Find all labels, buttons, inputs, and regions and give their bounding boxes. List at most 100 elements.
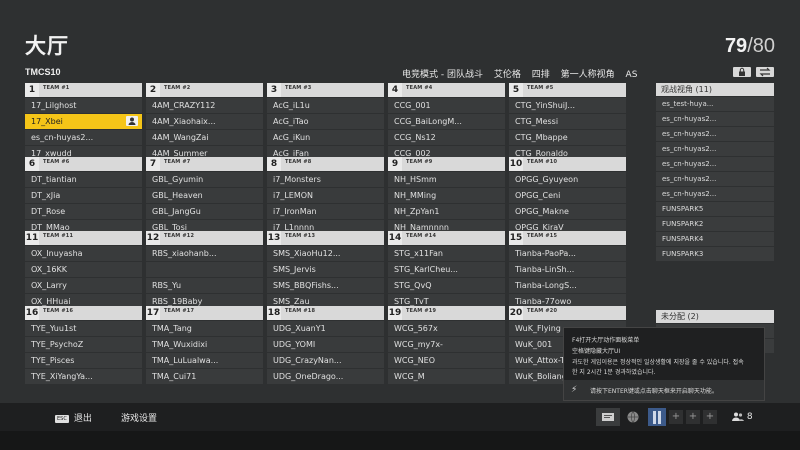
player-slot[interactable]: GBL_JangGu bbox=[146, 204, 263, 219]
player-slot[interactable]: DT_xJia bbox=[25, 188, 142, 203]
player-slot[interactable]: STG_KarlCheu... bbox=[388, 262, 505, 277]
team-header[interactable]: 20 TEAM #20 bbox=[509, 306, 626, 320]
lock-button[interactable] bbox=[733, 67, 751, 77]
player-slot[interactable]: Tianba-LongS... bbox=[509, 278, 626, 293]
player-slot[interactable]: TMA_Wuxidixi bbox=[146, 337, 263, 352]
player-slot[interactable]: RBS_xiaohanb... bbox=[146, 246, 263, 261]
player-slot[interactable]: OX_16KK bbox=[25, 262, 142, 277]
player-slot[interactable]: RBS_Yu bbox=[146, 278, 263, 293]
player-slot[interactable]: i7_IronMan bbox=[267, 204, 384, 219]
player-slot[interactable]: 4AM_CRAZY112 bbox=[146, 98, 263, 113]
player-slot[interactable]: WCG_NEO bbox=[388, 353, 505, 368]
player-slot[interactable]: AcG_iTao bbox=[267, 114, 384, 129]
add-party-slot-1[interactable]: + bbox=[669, 410, 683, 424]
player-slot[interactable]: CTG_YinShuiJ... bbox=[509, 98, 626, 113]
player-slot[interactable]: STG_x11Fan bbox=[388, 246, 505, 261]
player-slot[interactable]: Tianba-LinSh... bbox=[509, 262, 626, 277]
player-slot[interactable]: NH_ZpYan1 bbox=[388, 204, 505, 219]
team-header[interactable]: 5 TEAM #5 bbox=[509, 83, 626, 97]
player-avatar[interactable] bbox=[648, 408, 666, 426]
player-slot[interactable]: TMA_Tang bbox=[146, 321, 263, 336]
player-slot[interactable]: es_cn-huyas2... bbox=[25, 130, 142, 145]
team-header[interactable]: 1 TEAM #1 bbox=[25, 83, 142, 97]
spectator-item[interactable]: es_cn-huyas2... bbox=[656, 127, 774, 141]
player-slot[interactable]: GBL_Heaven bbox=[146, 188, 263, 203]
team-header[interactable]: 8 TEAM #8 bbox=[267, 157, 384, 171]
player-slot[interactable]: WCG_M bbox=[388, 369, 505, 384]
spectator-item[interactable]: es_cn-huyas2... bbox=[656, 112, 774, 126]
chat-hint-bar[interactable]: ⚡ 请按下ENTER键或点击聊天框来开启聊天功能。 bbox=[564, 380, 764, 400]
player-slot[interactable]: CCG_001 bbox=[388, 98, 505, 113]
team-header[interactable]: 12 TEAM #12 bbox=[146, 231, 263, 245]
team-header[interactable]: 9 TEAM #9 bbox=[388, 157, 505, 171]
player-slot[interactable]: CTG_Mbappe bbox=[509, 130, 626, 145]
spectator-item[interactable]: es_cn-huyas2... bbox=[656, 157, 774, 171]
player-slot[interactable]: SMS_XiaoHu12... bbox=[267, 246, 384, 261]
player-slot[interactable]: CCG_BaiLongM... bbox=[388, 114, 505, 129]
team-header[interactable]: 18 TEAM #18 bbox=[267, 306, 384, 320]
player-slot[interactable]: CCG_Ns12 bbox=[388, 130, 505, 145]
team-header[interactable]: 13 TEAM #13 bbox=[267, 231, 384, 245]
team-header[interactable]: 4 TEAM #4 bbox=[388, 83, 505, 97]
player-slot[interactable]: UDG_CrazyNan... bbox=[267, 353, 384, 368]
player-slot[interactable]: UDG_OneDrago... bbox=[267, 369, 384, 384]
add-party-slot-2[interactable]: + bbox=[686, 410, 700, 424]
player-slot[interactable]: SMS_Jervis bbox=[267, 262, 384, 277]
player-slot[interactable]: UDG_YOMI bbox=[267, 337, 384, 352]
friends-button[interactable]: 8 bbox=[732, 412, 753, 422]
player-slot[interactable]: 4AM_Xiaohaix... bbox=[146, 114, 263, 129]
swap-button[interactable] bbox=[756, 67, 774, 77]
team-header[interactable]: 17 TEAM #17 bbox=[146, 306, 263, 320]
chat-toggle-button[interactable] bbox=[596, 408, 620, 426]
player-slot[interactable]: i7_LEMON bbox=[267, 188, 384, 203]
player-slot[interactable] bbox=[146, 262, 263, 277]
player-slot[interactable]: WCG_567x bbox=[388, 321, 505, 336]
team-header[interactable]: 7 TEAM #7 bbox=[146, 157, 263, 171]
team-header[interactable]: 19 TEAM #19 bbox=[388, 306, 505, 320]
team-header[interactable]: 3 TEAM #3 bbox=[267, 83, 384, 97]
player-slot[interactable]: CTG_Messi bbox=[509, 114, 626, 129]
player-slot[interactable]: OX_Inuyasha bbox=[25, 246, 142, 261]
player-slot[interactable]: 17_Lilghost bbox=[25, 98, 142, 113]
player-slot[interactable]: OPGG_Gyuyeon bbox=[509, 172, 626, 187]
player-slot[interactable]: WCG_my7x- bbox=[388, 337, 505, 352]
player-slot[interactable]: UDG_XuanY1 bbox=[267, 321, 384, 336]
player-slot[interactable]: 4AM_WangZai bbox=[146, 130, 263, 145]
player-slot[interactable]: TYE_PsychoZ bbox=[25, 337, 142, 352]
player-slot[interactable]: TMA_Cui71 bbox=[146, 369, 263, 384]
team-header[interactable]: 11 TEAM #11 bbox=[25, 231, 142, 245]
settings-button[interactable]: 游戏设置 bbox=[121, 411, 157, 424]
team-header[interactable]: 16 TEAM #16 bbox=[25, 306, 142, 320]
spectator-item[interactable]: es_cn-huyas2... bbox=[656, 172, 774, 186]
spectator-item[interactable]: es_test-huya... bbox=[656, 97, 774, 111]
player-slot[interactable]: Tianba-PaoPa... bbox=[509, 246, 626, 261]
player-slot[interactable]: NH_MMing bbox=[388, 188, 505, 203]
player-slot[interactable]: TYE_XiYangYa... bbox=[25, 369, 142, 384]
player-slot[interactable]: AcG_iKun bbox=[267, 130, 384, 145]
team-header[interactable]: 10 TEAM #10 bbox=[509, 157, 626, 171]
team-header[interactable]: 2 TEAM #2 bbox=[146, 83, 263, 97]
player-slot[interactable]: SMS_BBQFishs... bbox=[267, 278, 384, 293]
team-header[interactable]: 15 TEAM #15 bbox=[509, 231, 626, 245]
player-slot[interactable]: DT_Rose bbox=[25, 204, 142, 219]
spectator-item[interactable]: FUNSPARK2 bbox=[656, 217, 774, 231]
player-slot[interactable]: TYE_Yuu1st bbox=[25, 321, 142, 336]
player-card-icon[interactable] bbox=[126, 116, 138, 126]
player-slot[interactable]: NH_HSmm bbox=[388, 172, 505, 187]
player-slot[interactable]: OPGG_Ceni bbox=[509, 188, 626, 203]
player-slot[interactable]: TYE_Pisces bbox=[25, 353, 142, 368]
team-header[interactable]: 14 TEAM #14 bbox=[388, 231, 505, 245]
player-slot[interactable]: i7_Monsters bbox=[267, 172, 384, 187]
spectator-item[interactable]: es_cn-huyas2... bbox=[656, 142, 774, 156]
spectator-item[interactable]: FUNSPARK3 bbox=[656, 247, 774, 261]
add-party-slot-3[interactable]: + bbox=[703, 410, 717, 424]
exit-button[interactable]: ESC 退出 bbox=[55, 411, 92, 424]
player-slot[interactable]: AcG_iL1u bbox=[267, 98, 384, 113]
spectator-item[interactable]: FUNSPARK5 bbox=[656, 202, 774, 216]
player-slot[interactable]: STG_QvQ bbox=[388, 278, 505, 293]
player-slot[interactable]: GBL_Gyumin bbox=[146, 172, 263, 187]
player-slot[interactable]: OPGG_Makne bbox=[509, 204, 626, 219]
player-slot[interactable]: TMA_LuLualwa... bbox=[146, 353, 263, 368]
spectator-item[interactable]: es_cn-huyas2... bbox=[656, 187, 774, 201]
player-slot[interactable]: OX_Larry bbox=[25, 278, 142, 293]
